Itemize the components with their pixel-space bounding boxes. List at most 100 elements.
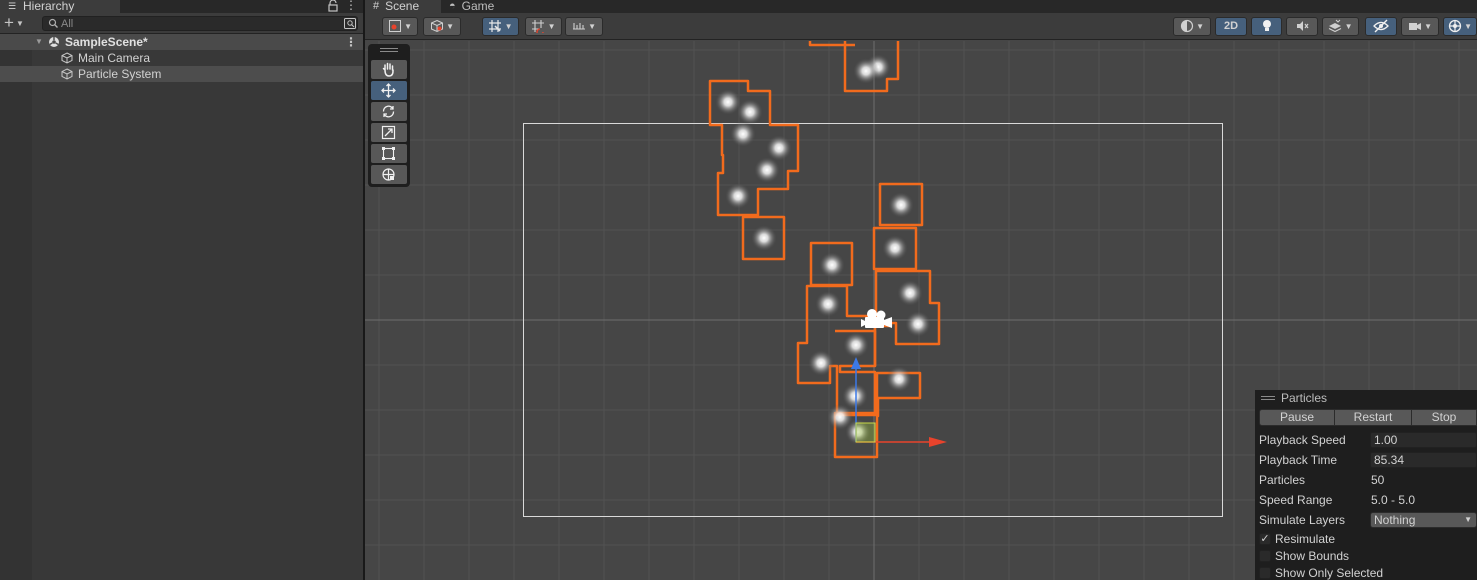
audio-mute-icon [1297, 21, 1309, 32]
resimulate-checkbox-row[interactable]: ✓ Resimulate [1259, 531, 1477, 547]
lock-icon[interactable] [328, 0, 338, 12]
transform-tool-button[interactable] [371, 165, 407, 184]
ruler-dropdown[interactable]: ▼ [565, 17, 603, 36]
caret-down-icon: ▼ [502, 22, 513, 31]
gizmo-y-arrowhead [851, 357, 861, 369]
move-tool-button[interactable] [371, 81, 407, 100]
particle-sprite [897, 280, 923, 306]
particle-sprite [737, 99, 763, 125]
show-only-selected-checkbox[interactable] [1259, 567, 1271, 579]
particles-count-label: Particles [1259, 473, 1306, 487]
shading-dropdown[interactable]: ▼ [423, 17, 461, 36]
lighting-toggle[interactable] [1251, 17, 1282, 36]
transform-combo-icon [382, 168, 395, 181]
pause-button[interactable]: Pause [1259, 409, 1335, 426]
search-icon [48, 18, 58, 28]
hand-icon [382, 62, 394, 77]
stop-button[interactable]: Stop [1411, 409, 1477, 426]
caret-down-icon: ▼ [1461, 22, 1473, 31]
search-options-icon[interactable] [344, 18, 356, 29]
video-camera-icon [1408, 23, 1421, 31]
playback-speed-row: Playback Speed [1259, 431, 1477, 449]
rotate-tool-button[interactable] [371, 102, 407, 121]
audio-toggle[interactable] [1286, 17, 1318, 36]
gamepad-icon: ◓ [449, 0, 456, 12]
scene-toolbar: ▼ ▼ ▼ ▼ ▼ ▼ 2D ▼ ▼ ▼ [365, 13, 1477, 40]
tab-scene[interactable]: # Scene [365, 0, 441, 13]
rect-transform-icon [382, 147, 395, 160]
particle-sprite [886, 366, 912, 392]
particle-sprite [766, 135, 792, 161]
gizmo-select-icon [388, 20, 401, 33]
hierarchy-panel: ☰Hierarchy ⋮ +▼ ▼ SampleScene* ⋮ Main Ca… [0, 0, 363, 580]
ruler-icon [572, 23, 585, 30]
simulate-layers-value: Nothing [1374, 513, 1416, 527]
playback-time-field[interactable] [1370, 452, 1477, 468]
caret-down-icon: ▼ [1342, 22, 1353, 31]
show-bounds-checkbox-row[interactable]: Show Bounds [1259, 548, 1477, 564]
show-only-selected-checkbox-row[interactable]: Show Only Selected [1259, 565, 1477, 580]
scale-tool-button[interactable] [371, 123, 407, 142]
hand-tool-button[interactable] [371, 60, 407, 79]
show-bounds-checkbox[interactable] [1259, 550, 1271, 562]
drag-grip-icon[interactable] [380, 48, 398, 52]
grid-snap-toggle[interactable]: ▼ [482, 17, 519, 36]
gizmo-x-arrowhead [929, 437, 947, 447]
rect-tool-button[interactable] [371, 144, 407, 163]
lighting-mode-dropdown[interactable]: ▼ [1173, 17, 1211, 36]
hierarchy-search [42, 16, 358, 31]
hierarchy-tab[interactable]: ☰ Hierarchy [0, 0, 120, 13]
camera-settings-dropdown[interactable]: ▼ [1401, 17, 1439, 36]
speed-range-label: Speed Range [1259, 493, 1333, 507]
search-input[interactable] [61, 17, 331, 30]
resimulate-checkbox[interactable]: ✓ [1259, 533, 1271, 545]
caret-down-icon: ▼ [401, 22, 413, 31]
caret-down-icon: ▼ [585, 22, 597, 31]
foldout-expanded-icon[interactable]: ▼ [35, 34, 43, 50]
kebab-menu-icon[interactable]: ⋮ [345, 0, 357, 12]
cube-shading-icon [430, 20, 443, 33]
hierarchy-list: ▼ SampleScene* ⋮ Main Camera Particle Sy… [0, 34, 363, 580]
particles-count-value: 50 [1371, 473, 1385, 487]
unity-scene-icon [49, 37, 59, 47]
add-button[interactable]: + ▼ [4, 14, 34, 32]
particles-count-row: Particles 50 [1259, 471, 1477, 489]
hierarchy-toolbar: + ▼ [0, 13, 363, 34]
restart-button[interactable]: Restart [1334, 409, 1412, 426]
hierarchy-scene-row[interactable]: ▼ SampleScene* ⋮ [0, 34, 363, 50]
2d-mode-toggle[interactable]: 2D [1215, 17, 1247, 36]
list-icon: ☰ [8, 1, 17, 11]
simulate-layers-dropdown[interactable]: Nothing ▼ [1370, 512, 1477, 528]
particle-sprite [751, 225, 777, 251]
particle-sprite [905, 311, 931, 337]
scale-icon [381, 125, 396, 140]
particle-sprite [725, 183, 751, 209]
caret-down-icon: ▼ [1421, 22, 1433, 31]
particles-title: Particles [1281, 391, 1328, 405]
lightbulb-icon [1262, 20, 1271, 32]
hierarchy-item-label: Particle System [78, 67, 162, 81]
hierarchy-item-particle-system[interactable]: Particle System [0, 66, 363, 82]
resimulate-label: Resimulate [1275, 532, 1336, 546]
hierarchy-gutter [0, 34, 32, 580]
tab-game[interactable]: ◓ Game [441, 0, 511, 13]
simulate-layers-row: Simulate Layers Nothing ▼ [1259, 511, 1477, 529]
move-arrows-icon [381, 83, 396, 98]
hierarchy-item-main-camera[interactable]: Main Camera [0, 50, 363, 66]
particle-sprite [882, 235, 908, 261]
draw-mode-dropdown[interactable]: ▼ [382, 17, 418, 36]
kebab-menu-icon[interactable]: ⋮ [345, 34, 357, 50]
playback-speed-field[interactable] [1370, 432, 1477, 448]
gizmos-dropdown[interactable]: ▼ [1443, 17, 1477, 36]
playback-time-label: Playback Time [1259, 453, 1338, 467]
particle-sprite [842, 383, 868, 409]
gameobject-cube-icon [61, 68, 73, 80]
speed-range-value: 5.0 - 5.0 [1371, 493, 1416, 507]
scene-visibility-toggle[interactable] [1365, 17, 1397, 36]
tab-label: Game [461, 0, 495, 13]
effects-dropdown[interactable]: ▼ [1322, 17, 1359, 36]
snap-increment-dropdown[interactable]: ▼ [525, 17, 562, 36]
particles-header[interactable]: Particles [1255, 390, 1477, 407]
gizmo-xy-plane-handle [855, 422, 876, 443]
particle-sprite [754, 157, 780, 183]
